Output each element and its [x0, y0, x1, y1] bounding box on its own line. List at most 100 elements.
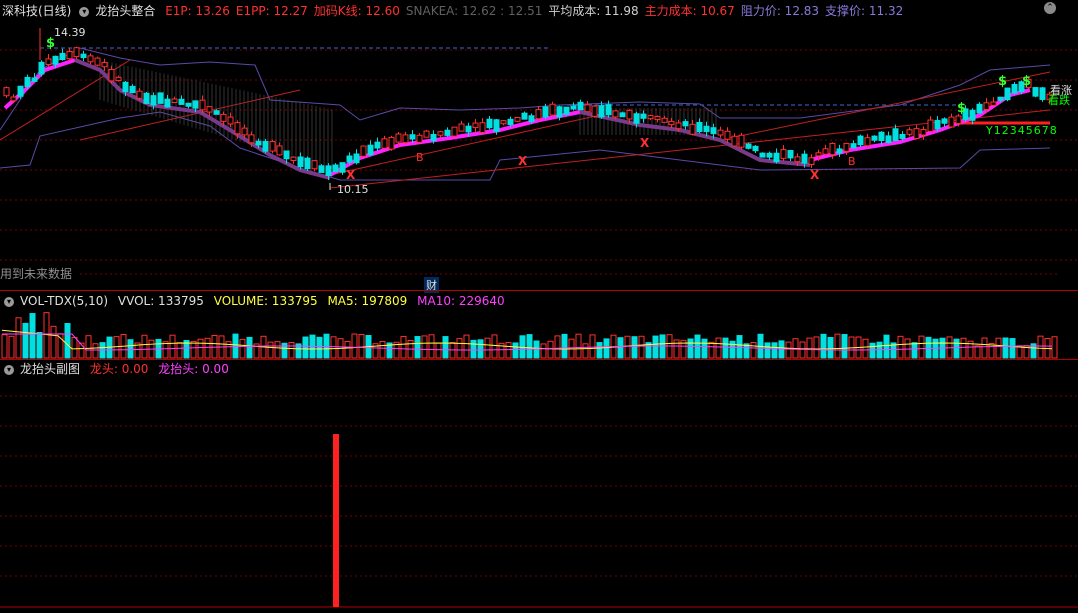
- volume-bar: [638, 335, 645, 359]
- candlestick: [752, 145, 759, 152]
- sub-panel-name[interactable]: 龙抬头副图: [20, 362, 80, 376]
- volume-bar: [869, 342, 876, 359]
- candlestick: [850, 143, 857, 149]
- indicator-name[interactable]: 龙抬头整合: [95, 4, 155, 18]
- volume-bar: [862, 338, 869, 359]
- indicator-value: E1PP: 12.27: [235, 4, 308, 18]
- volume-bar: [15, 317, 22, 359]
- candlestick: [997, 96, 1004, 101]
- candlestick: [458, 123, 465, 132]
- candlestick: [1032, 87, 1039, 97]
- indicator-menu-icon[interactable]: ▾: [79, 6, 90, 17]
- volume-bar: [827, 337, 834, 359]
- volume-bar: [512, 342, 519, 359]
- candlestick: [353, 153, 360, 164]
- volume-bar: [911, 342, 918, 359]
- candlestick: [794, 156, 801, 163]
- candlestick: [913, 128, 920, 140]
- volume-bar: [806, 337, 813, 359]
- candlestick: [619, 112, 626, 118]
- volume-bar: [883, 334, 890, 359]
- trend-line: [79, 89, 301, 141]
- candlestick: [213, 110, 220, 115]
- candlestick: [675, 122, 682, 130]
- dollar-signal: $: [1022, 74, 1032, 89]
- candlestick: [815, 152, 822, 157]
- candlestick: [374, 141, 381, 149]
- panel-divider: [0, 290, 1078, 291]
- candlestick: [360, 145, 367, 157]
- volume-bar: [617, 337, 624, 359]
- candlestick: [143, 92, 150, 104]
- candlestick: [710, 127, 717, 135]
- candlestick: [486, 118, 493, 129]
- candlestick: [290, 156, 297, 161]
- volume-bar: [316, 336, 323, 359]
- volume-bar: [162, 341, 169, 359]
- candlestick: [717, 129, 724, 136]
- candlestick: [633, 113, 640, 124]
- candlestick: [605, 104, 612, 116]
- volume-bar: [484, 337, 491, 359]
- candlestick: [311, 160, 318, 170]
- candlestick: [444, 129, 451, 136]
- candlestick: [45, 58, 52, 65]
- candlestick: [934, 119, 941, 130]
- candlestick: [598, 105, 605, 118]
- indicator-value: E1P: 13.26: [165, 4, 230, 18]
- volume-bar: [540, 343, 547, 359]
- longtaitou-value: 龙抬头: 0.00: [158, 362, 229, 376]
- candlestick: [122, 81, 129, 93]
- candlestick: [668, 120, 675, 126]
- high-price-label: 14.39: [54, 26, 86, 39]
- volume-bar: [491, 334, 498, 359]
- wave-count-label: Y12345678: [986, 124, 1058, 137]
- volume-bar: [477, 339, 484, 359]
- candlestick: [528, 115, 535, 123]
- volume-bar: [561, 333, 568, 359]
- candlestick: [234, 122, 241, 135]
- sub-panel-menu-icon[interactable]: ▾: [4, 364, 14, 375]
- volume-bar: [750, 342, 757, 359]
- candlestick: [990, 101, 997, 106]
- ma5-value: MA5: 197809: [327, 294, 408, 308]
- header-bar: 深科技(日线) ▾ 龙抬头整合 E1P: 13.26 E1PP: 12.27 加码K线:…: [2, 2, 915, 20]
- candlestick: [892, 128, 899, 141]
- volume-bar: [36, 332, 43, 359]
- volume-bar: [925, 336, 932, 359]
- candlestick: [654, 115, 661, 121]
- candlestick: [136, 90, 143, 99]
- candlestick: [626, 109, 633, 120]
- volume-bar: [715, 337, 722, 359]
- volume-bar: [981, 337, 988, 359]
- volume-value: VOLUME: 133795: [213, 294, 318, 308]
- candlestick: [885, 135, 892, 144]
- indicator-value: 支撑价: 11.32: [825, 4, 904, 18]
- candlestick: [976, 103, 983, 114]
- volume-bar: [673, 339, 680, 359]
- candlestick: [801, 153, 808, 164]
- stock-title: 深科技(日线): [2, 4, 72, 18]
- volume-header: ▾ VOL-TDX(5,10) VVOL: 133795 VOLUME: 1337…: [2, 292, 511, 310]
- volume-bar: [624, 335, 631, 359]
- candlestick: [94, 57, 101, 66]
- candlestick: [955, 115, 962, 125]
- candlestick: [423, 130, 430, 138]
- volume-name[interactable]: VOL-TDX(5,10): [20, 294, 108, 308]
- indicator-value: 加码K线: 12.60: [313, 4, 400, 18]
- volume-bar: [575, 333, 582, 359]
- chevron-up-icon[interactable]: ⌃: [1044, 2, 1056, 14]
- buy-signal: B: [848, 155, 856, 168]
- volume-bar: [246, 336, 253, 359]
- candlestick: [318, 165, 325, 173]
- candlestick: [591, 105, 598, 117]
- volume-bar: [771, 342, 778, 359]
- candlestick: [339, 162, 346, 173]
- dollar-signal: $: [46, 36, 56, 51]
- volume-bar: [435, 342, 442, 359]
- volume-bar: [554, 335, 561, 359]
- volume-bar: [799, 341, 806, 359]
- sell-signal: X: [518, 154, 528, 168]
- candlestick: [1039, 87, 1046, 100]
- volume-menu-icon[interactable]: ▾: [4, 296, 14, 307]
